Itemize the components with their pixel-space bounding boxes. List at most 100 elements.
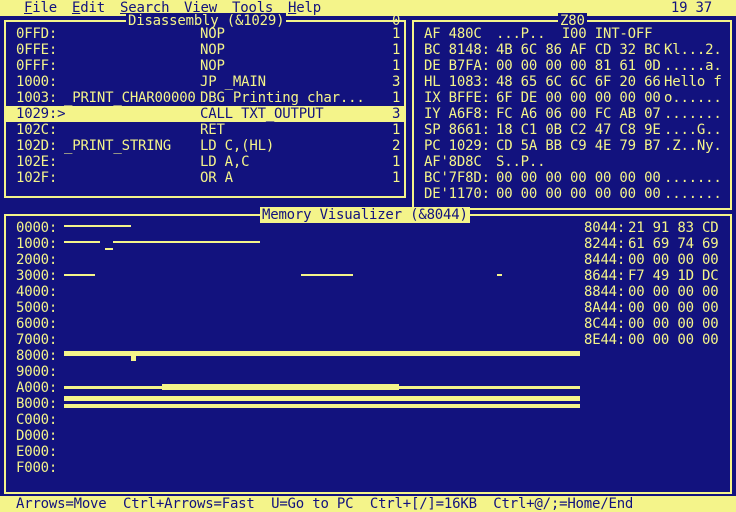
memory-bank-label: F000: [16,460,58,476]
memory-bank-label: 4000: [16,284,58,300]
memory-map[interactable] [64,220,580,476]
z80-bytes: FC A6 06 00 FC AB 07 [496,106,661,122]
disassembly-addr: 1000: [16,74,58,90]
memory-dump-addr: 8644: [584,268,626,284]
menu-bar: File Edit Search View Tools Help 19 37 [0,0,736,16]
disassembly-row[interactable]: 1003: _PRINT_CHAR00000 DBG Printing char..… [6,90,404,106]
memory-usage-segment [64,225,131,227]
z80-ascii: ....G.. [664,122,722,138]
disassembly-addr: 1029:> [16,106,66,122]
z80-bytes: 00 00 00 00 00 00 00 [496,170,661,186]
disassembly-count: 2 [392,138,401,154]
menu-edit[interactable]: Edit [72,0,105,16]
z80-register: HL 1083: [424,74,490,90]
status-help-text: Arrows=Move Ctrl+Arrows=Fast U=Go to PC … [16,496,634,512]
disassembly-row[interactable]: 102E: LD A,C 1 [6,154,404,170]
disassembly-instr: DBG Printing char... [200,90,365,106]
z80-ascii: S..P.. [496,154,546,170]
disassembly-addr: 102C: [16,122,58,138]
disassembly-instr: LD C,(HL) [200,138,275,154]
z80-register-panel[interactable]: Z80 AF 480C ...P.. I00 INT-OFF BC 8148: 4B … [412,13,732,210]
memory-dump-addr: 8C44: [584,316,626,332]
disassembly-scroll-indicator: 0 [392,13,401,29]
memory-bank-label: 3000: [16,268,58,284]
z80-register-row: BC'7F8D: 00 00 00 00 00 00 00....... [414,170,730,186]
z80-register-row: IX BFFE: 6F DE 00 00 00 00 00 o...... [414,90,730,106]
disassembly-instr: JP _MAIN [200,74,266,90]
z80-bytes: 00 00 00 00 81 61 0D [496,58,661,74]
memory-visualizer-panel[interactable]: Memory Visualizer (&8044) 0000: 1000: 2000… [4,207,732,494]
disassembly-row[interactable]: 0FFD: NOP 1 [6,26,404,42]
disassembly-count: 3 [392,106,401,122]
disassembly-addr: 102F: [16,170,58,186]
z80-ascii: Hello f [664,74,722,90]
memory-dump-bytes: 00 00 00 00 [628,300,719,316]
disassembly-addr: 0FFD: [16,26,58,42]
menu-help[interactable]: Help [288,0,321,16]
memory-bank-label: 0000: [16,220,58,236]
memory-bank-label: D000: [16,428,58,444]
z80-ascii: .....a. [664,58,722,74]
memory-dump-bytes: F7 49 1D DC [628,268,719,284]
memory-dump-bytes: 00 00 00 00 [628,284,719,300]
memory-usage-segment [162,384,399,390]
memory-dump-addr: 8844: [584,284,626,300]
memory-bank-label: 1000: [16,236,58,252]
z80-bytes: 18 C1 0B C2 47 C8 9E [496,122,661,138]
z80-register-row: AF'8D8C S..P.. [414,154,730,170]
disassembly-row-current[interactable]: 1029:> CALL TXT_OUTPUT 3 [6,106,404,122]
z80-ascii: ....... [664,106,722,122]
disassembly-addr: 0FFE: [16,42,58,58]
z80-register: BC'7F8D: [424,170,490,186]
memory-dump-bytes: 21 91 83 CD [628,220,719,236]
disassembly-row[interactable]: 0FFE: NOP 1 [6,42,404,58]
menu-file[interactable]: File [24,0,57,16]
z80-ascii: Kl...2. [664,42,722,58]
memory-dump-addr: 8244: [584,236,626,252]
disassembly-count: 1 [392,154,401,170]
disassembly-row[interactable]: 1000: JP _MAIN 3 [6,74,404,90]
memory-usage-segment [301,274,353,276]
memory-dump-bytes: 00 00 00 00 [628,332,719,348]
memory-dump-bytes: 61 69 74 69 [628,236,719,252]
memory-usage-segment [64,241,100,243]
z80-bytes: 00 00 00 00 00 00 00 [496,186,661,202]
disassembly-panel[interactable]: Disassembly (&1029) 0FFD: NOP 1 0FFE: NOP 1 0F… [4,13,406,198]
disassembly-count: 3 [392,74,401,90]
memory-dump-addr: 8044: [584,220,626,236]
disassembly-instr: RET [200,122,225,138]
disassembly-row[interactable]: 0FFF: NOP 1 [6,58,404,74]
z80-bytes: 48 65 6C 6C 6F 20 66 [496,74,661,90]
disassembly-row[interactable]: 102C: RET 1 [6,122,404,138]
z80-register: IX BFFE: [424,90,490,106]
z80-ascii: ....... [664,186,722,202]
disassembly-addr: 0FFF: [16,58,58,74]
memory-usage-segment [64,351,580,356]
disassembly-count: 1 [392,170,401,186]
z80-register-row: PC 1029: CD 5A BB C9 4E 79 B7 .Z..Ny. [414,138,730,154]
disassembly-label: _PRINT_STRING [64,138,171,154]
disassembly-row[interactable]: 102D: _PRINT_STRING LD C,(HL) 2 [6,138,404,154]
memory-dump-bytes: 00 00 00 00 [628,316,719,332]
disassembly-addr: 102D: [16,138,58,154]
disassembly-label: _PRINT_CHAR00000 [64,90,196,106]
memory-dump-bytes: 00 00 00 00 [628,252,719,268]
disassembly-instr: NOP [200,58,225,74]
disassembly-instr: NOP [200,26,225,42]
memory-bank-label: 2000: [16,252,58,268]
disassembly-count: 1 [392,58,401,74]
z80-register-row: DE B7FA: 00 00 00 00 81 61 0D .....a. [414,58,730,74]
disassembly-instr: OR A [200,170,233,186]
z80-register-row: BC 8148: 4B 6C 86 AF CD 32 BC Kl...2. [414,42,730,58]
z80-register: IY A6F8: [424,106,490,122]
disassembly-row[interactable]: 102F: OR A 1 [6,170,404,186]
z80-ascii: o...... [664,90,722,106]
clock: 19 37 [670,0,712,16]
disassembly-count: 1 [392,122,401,138]
z80-register: BC 8148: [424,42,490,58]
z80-register: AF 480C [424,26,482,42]
memory-bank-label: 9000: [16,364,58,380]
memory-bank-label: A000: [16,380,58,396]
z80-ascii: ...P.. I00 INT-OFF [496,26,653,42]
z80-register: PC 1029: [424,138,490,154]
